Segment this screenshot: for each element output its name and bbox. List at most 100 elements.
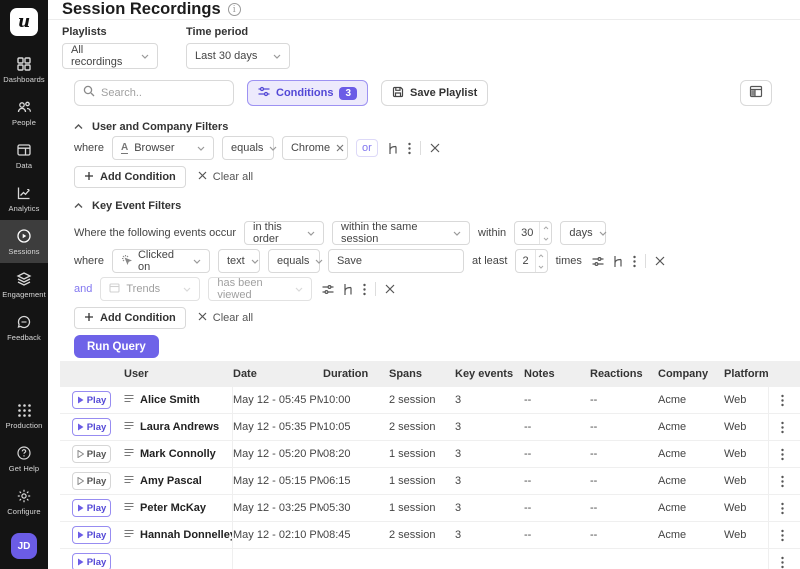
plus-icon: [84, 171, 94, 184]
user-name[interactable]: Alice Smith: [140, 394, 200, 406]
sidebar-item-label: Production: [6, 421, 43, 430]
user-avatar[interactable]: JD: [11, 533, 37, 559]
row-menu-button[interactable]: [768, 468, 800, 494]
field-select[interactable]: A Browser: [112, 136, 214, 160]
remove-condition-icon[interactable]: [655, 256, 665, 266]
remove-value-icon[interactable]: [336, 144, 344, 152]
add-condition-button[interactable]: Add Condition: [74, 307, 186, 329]
more-icon[interactable]: [633, 255, 636, 268]
run-query-button[interactable]: Run Query: [74, 335, 159, 358]
app-logo[interactable]: u: [10, 8, 38, 36]
save-playlist-button[interactable]: Save Playlist: [381, 80, 488, 106]
step-up-icon: [536, 250, 547, 261]
conditions-button[interactable]: Conditions 3: [247, 80, 368, 106]
sidebar-item-sessions[interactable]: Sessions: [0, 220, 48, 263]
playlists-label: Playlists: [62, 26, 158, 38]
operator-select[interactable]: has been viewed: [208, 277, 312, 301]
play-button[interactable]: Play: [72, 553, 111, 569]
row-menu-button[interactable]: [768, 549, 800, 569]
property-select[interactable]: text: [218, 249, 260, 273]
more-icon[interactable]: [363, 283, 366, 296]
operator-select[interactable]: equals: [268, 249, 320, 273]
user-name[interactable]: Amy Pascal: [140, 475, 202, 487]
row-menu-button[interactable]: [768, 387, 800, 413]
nest-condition-icon[interactable]: [613, 255, 624, 268]
row-menu-button[interactable]: [768, 495, 800, 521]
session-spans: 2 session: [389, 529, 455, 541]
filter-settings-icon[interactable]: [322, 284, 334, 295]
configure-icon: [16, 488, 32, 504]
sidebar-item-data[interactable]: Data: [0, 134, 48, 177]
operator-select-value: equals: [277, 255, 309, 267]
collapse-chevron-icon[interactable]: [74, 203, 83, 209]
stepper-arrows[interactable]: [535, 250, 547, 272]
remove-condition-icon[interactable]: [385, 284, 395, 294]
sidebar-item-configure[interactable]: Configure: [0, 480, 48, 523]
table-row: Play Amy Pascal May 12 - 05:15 PM 06:15 …: [60, 468, 800, 495]
session-duration: 06:15: [323, 475, 389, 487]
order-select[interactable]: in this order: [244, 221, 324, 245]
play-button[interactable]: Play: [72, 526, 111, 544]
within-value-stepper[interactable]: 30: [514, 221, 552, 245]
session-company: Acme: [658, 475, 724, 487]
sidebar-item-get-help[interactable]: Get Help: [0, 437, 48, 480]
value-tag[interactable]: Chrome: [282, 136, 348, 160]
search-input[interactable]: [101, 87, 225, 99]
count-stepper[interactable]: 2: [515, 249, 547, 273]
stepper-arrows[interactable]: [539, 222, 551, 244]
feedback-icon: [16, 314, 32, 330]
sidebar-item-production[interactable]: Production: [0, 395, 48, 437]
step-down-icon: [540, 233, 551, 244]
clear-all-link[interactable]: Clear all: [198, 171, 253, 183]
event-select[interactable]: Clicked on: [112, 249, 210, 273]
info-icon[interactable]: i: [228, 3, 241, 16]
play-button[interactable]: Play: [72, 391, 111, 409]
add-condition-button[interactable]: Add Condition: [74, 166, 186, 188]
sidebar-item-label: Get Help: [9, 464, 39, 473]
nest-condition-icon[interactable]: [388, 142, 399, 155]
top-filters: Playlists All recordings Time period Las…: [48, 20, 800, 69]
row-menu-button[interactable]: [768, 522, 800, 548]
time-period-select[interactable]: Last 30 days: [186, 43, 290, 69]
user-name[interactable]: Laura Andrews: [140, 421, 219, 433]
playlists-select[interactable]: All recordings: [62, 43, 158, 69]
play-button[interactable]: Play: [72, 499, 111, 517]
event-select[interactable]: Trends: [100, 277, 200, 301]
session-notes: --: [524, 475, 590, 487]
play-button[interactable]: Play: [72, 445, 111, 463]
clear-all-link[interactable]: Clear all: [198, 312, 253, 324]
event-value-input[interactable]: [328, 249, 464, 273]
sidebar-item-engagement[interactable]: Engagement: [0, 263, 48, 306]
more-icon[interactable]: [408, 142, 411, 155]
page-header: Session Recordings i: [48, 0, 800, 20]
collapse-chevron-icon[interactable]: [74, 124, 83, 130]
session-list-icon: [124, 475, 134, 487]
remove-condition-icon[interactable]: [430, 143, 440, 153]
sidebar-item-people[interactable]: People: [0, 91, 48, 134]
user-name[interactable]: Hannah Donnelley: [140, 529, 233, 541]
event-occurrence-row: Where the following events occur in this…: [74, 221, 772, 245]
sidebar-item-feedback[interactable]: Feedback: [0, 306, 48, 349]
session-duration: 10:00: [323, 394, 389, 406]
operator-select[interactable]: equals: [222, 136, 274, 160]
row-menu-button[interactable]: [768, 414, 800, 440]
toolbar: Conditions 3 Save Playlist: [74, 79, 772, 107]
table-columns-button[interactable]: [740, 80, 772, 106]
sidebar-item-dashboards[interactable]: Dashboards: [0, 48, 48, 91]
header-platform: Platform: [724, 368, 768, 380]
or-connector[interactable]: or: [356, 139, 378, 157]
window-icon: [109, 283, 120, 296]
header-user: User: [124, 361, 233, 387]
filter-settings-icon[interactable]: [592, 256, 604, 267]
header-date: Date: [233, 368, 323, 380]
nest-condition-icon[interactable]: [343, 283, 354, 296]
row-menu-button[interactable]: [768, 441, 800, 467]
play-button[interactable]: Play: [72, 418, 111, 436]
play-button[interactable]: Play: [72, 472, 111, 490]
and-connector[interactable]: and: [74, 283, 92, 295]
unit-select[interactable]: days: [560, 221, 606, 245]
user-name[interactable]: Peter McKay: [140, 502, 206, 514]
user-name[interactable]: Mark Connolly: [140, 448, 216, 460]
scope-select[interactable]: within the same session: [332, 221, 470, 245]
sidebar-item-analytics[interactable]: Analytics: [0, 177, 48, 220]
